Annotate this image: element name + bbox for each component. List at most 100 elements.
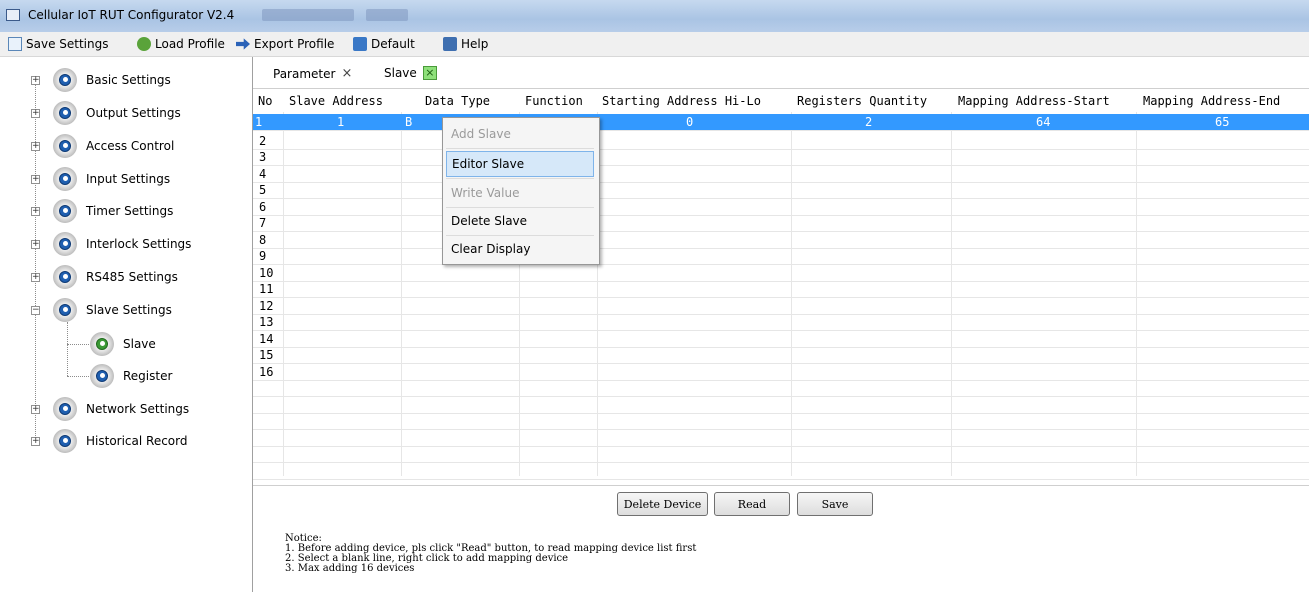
header-data-type[interactable]: Data Type — [425, 94, 490, 108]
menu-item-write-value[interactable]: Write Value — [446, 180, 594, 206]
save-icon — [8, 37, 22, 51]
tab-parameter[interactable]: Parameter × — [273, 66, 352, 81]
header-mapping-start[interactable]: Mapping Address-Start — [958, 94, 1110, 108]
expand-plus-icon[interactable]: + — [31, 273, 40, 282]
slave-table: No Slave Address Data Type Function Star… — [253, 90, 1309, 485]
expand-plus-icon[interactable]: + — [31, 142, 40, 151]
tree-item-historical-record[interactable]: + Historical Record — [0, 428, 187, 454]
table-row[interactable]: 2 — [253, 133, 1309, 150]
tree-item-slave[interactable]: Slave — [0, 331, 156, 357]
default-icon — [353, 37, 367, 51]
tree-item-input-settings[interactable]: + Input Settings — [0, 166, 170, 192]
table-row[interactable]: 14 — [253, 331, 1309, 348]
expand-plus-icon[interactable]: + — [31, 109, 40, 118]
tree-item-slave-settings[interactable]: − Slave Settings — [0, 297, 172, 323]
blurred-title-segment — [262, 9, 354, 21]
table-bottom-border — [253, 485, 1309, 486]
table-row[interactable] — [253, 397, 1309, 414]
expand-plus-icon[interactable]: + — [31, 76, 40, 85]
table-row[interactable] — [253, 446, 1309, 463]
window-title: Cellular IoT RUT Configurator V2.4 — [28, 8, 235, 22]
save-settings-button[interactable]: Save Settings — [8, 35, 109, 53]
notice-text: Notice: 1. Before adding device, pls clic… — [285, 533, 697, 574]
green-gear-icon — [89, 331, 117, 357]
settings-tree: + Basic Settings + Output Settings + Acc… — [0, 57, 253, 592]
export-profile-button[interactable]: Export Profile — [236, 35, 334, 53]
help-icon — [443, 37, 457, 51]
menu-item-delete-slave[interactable]: Delete Slave — [446, 208, 594, 234]
header-no[interactable]: No — [258, 94, 272, 108]
collapse-minus-icon[interactable]: − — [31, 306, 40, 315]
tree-item-access-control[interactable]: + Access Control — [0, 133, 174, 159]
load-icon — [137, 37, 151, 51]
row-no: 1 — [255, 115, 263, 129]
table-row-selected[interactable]: 1 1 B 0 2 64 65 — [253, 114, 1309, 131]
table-row[interactable]: 4 — [253, 166, 1309, 183]
export-arrow-icon — [236, 38, 250, 50]
default-button[interactable]: Default — [353, 35, 415, 53]
context-menu: Add Slave Editor Slave Write Value Delet… — [442, 117, 600, 265]
table-row[interactable]: 10 — [253, 265, 1309, 282]
expand-plus-icon[interactable]: + — [31, 207, 40, 216]
table-row[interactable]: 16 — [253, 364, 1309, 381]
tab-strip: Parameter × Slave × — [253, 58, 1309, 89]
menu-separator — [446, 178, 594, 179]
tree-item-interlock-settings[interactable]: + Interlock Settings — [0, 231, 191, 257]
save-button[interactable]: Save — [797, 492, 873, 516]
header-mapping-end[interactable]: Mapping Address-End — [1143, 94, 1280, 108]
slave-address-cell: 1 — [337, 115, 345, 129]
tree-item-network-settings[interactable]: + Network Settings — [0, 396, 189, 422]
gear-icon — [52, 297, 80, 323]
menu-item-clear-display[interactable]: Clear Display — [446, 236, 594, 262]
tree-item-output-settings[interactable]: + Output Settings — [0, 100, 181, 126]
expand-plus-icon[interactable]: + — [31, 405, 40, 414]
tree-item-rs485-settings[interactable]: + RS485 Settings — [0, 264, 178, 290]
gear-icon — [52, 428, 80, 454]
delete-device-button[interactable]: Delete Device — [617, 492, 708, 516]
table-row[interactable] — [253, 463, 1309, 480]
table-row[interactable]: 15 — [253, 347, 1309, 364]
gear-icon — [52, 67, 80, 93]
gear-icon — [52, 198, 80, 224]
header-slave-address[interactable]: Slave Address — [289, 94, 383, 108]
blurred-title-segment — [366, 9, 408, 21]
title-bar: Cellular IoT RUT Configurator V2.4 — [0, 0, 1309, 32]
table-row[interactable]: 8 — [253, 232, 1309, 249]
table-row[interactable] — [253, 430, 1309, 447]
load-profile-button[interactable]: Load Profile — [137, 35, 225, 53]
table-row[interactable]: 5 — [253, 182, 1309, 199]
gear-icon — [52, 166, 80, 192]
registers-quantity-cell: 2 — [865, 115, 873, 129]
header-starting-address[interactable]: Starting Address Hi-Lo — [602, 94, 761, 108]
gear-icon — [89, 363, 117, 389]
close-tab-icon[interactable]: × — [341, 66, 352, 81]
help-button[interactable]: Help — [443, 35, 488, 53]
table-row[interactable]: 6 — [253, 199, 1309, 216]
menu-item-add-slave[interactable]: Add Slave — [446, 121, 594, 147]
table-row[interactable]: 12 — [253, 298, 1309, 315]
close-tab-icon[interactable]: × — [422, 66, 437, 80]
app-icon — [6, 9, 20, 21]
mapping-start-cell: 64 — [1036, 115, 1051, 129]
menu-item-editor-slave[interactable]: Editor Slave — [446, 151, 594, 177]
table-row[interactable] — [253, 413, 1309, 430]
table-row[interactable]: 7 — [253, 215, 1309, 232]
expand-plus-icon[interactable]: + — [31, 175, 40, 184]
expand-plus-icon[interactable]: + — [31, 437, 40, 446]
read-button[interactable]: Read — [714, 492, 790, 516]
table-row[interactable]: 13 — [253, 314, 1309, 331]
table-row[interactable] — [253, 380, 1309, 397]
header-registers-quantity[interactable]: Registers Quantity — [797, 94, 927, 108]
header-function[interactable]: Function — [525, 94, 583, 108]
mapping-end-cell: 65 — [1215, 115, 1230, 129]
table-row[interactable]: 9 — [253, 248, 1309, 265]
gear-icon — [52, 396, 80, 422]
table-row[interactable]: 11 — [253, 281, 1309, 298]
tab-slave[interactable]: Slave × — [384, 66, 437, 80]
expand-plus-icon[interactable]: + — [31, 240, 40, 249]
starting-address-cell: 0 — [686, 115, 694, 129]
tree-item-register[interactable]: Register — [0, 363, 172, 389]
tree-item-basic-settings[interactable]: + Basic Settings — [0, 67, 171, 93]
tree-item-timer-settings[interactable]: + Timer Settings — [0, 198, 173, 224]
table-row[interactable]: 3 — [253, 149, 1309, 166]
